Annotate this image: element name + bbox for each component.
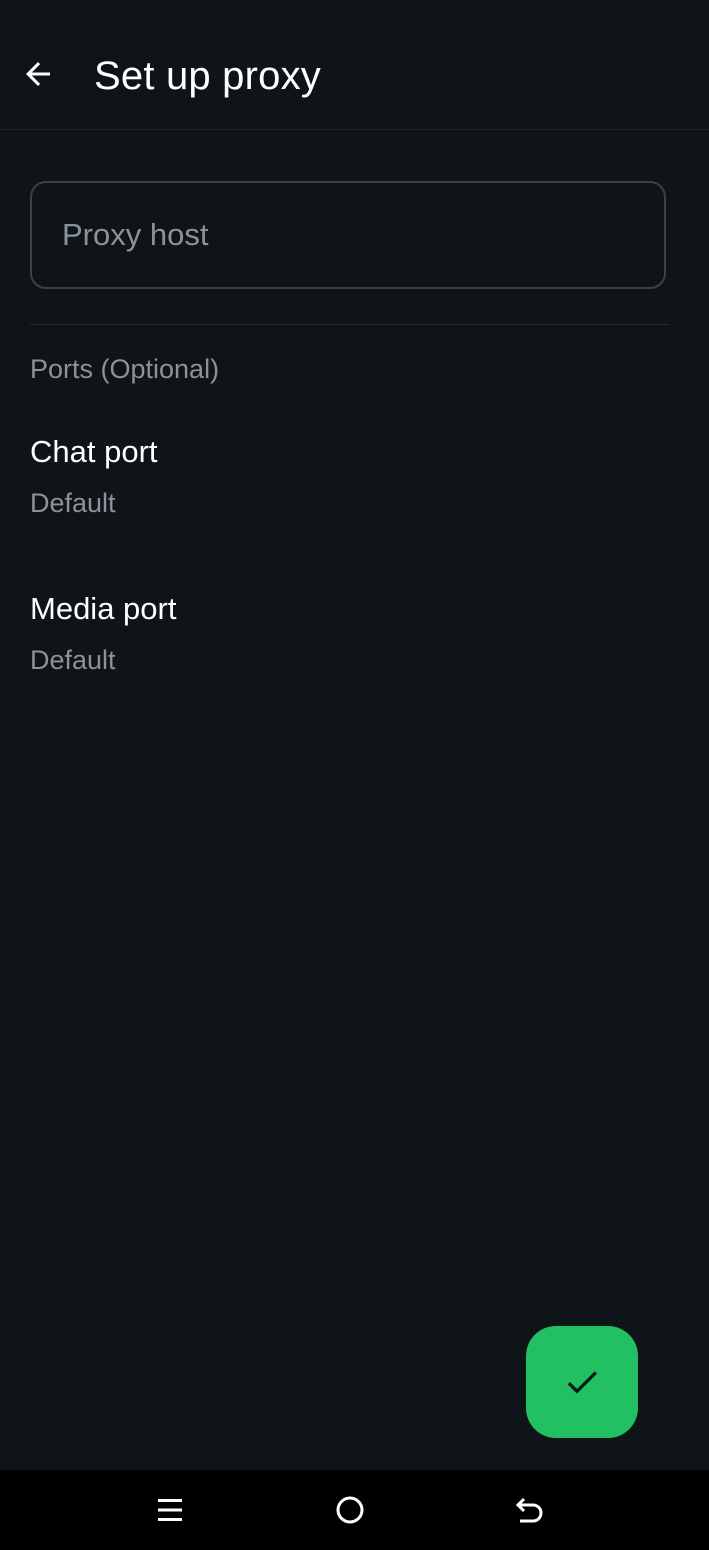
home-icon [336, 1496, 364, 1524]
system-back-button[interactable] [506, 1486, 554, 1534]
chat-port-value: Default [30, 488, 116, 518]
media-port-value: Default [30, 645, 116, 675]
arrow-left-icon [26, 62, 50, 86]
menu-icon [158, 1499, 182, 1521]
back-icon [515, 1497, 543, 1523]
ports-section-label: Ports (Optional) [30, 354, 220, 384]
check-icon [567, 1371, 597, 1394]
proxy-host-field[interactable] [30, 181, 666, 289]
media-port-label: Media port [30, 591, 177, 626]
proxy-host-input[interactable] [62, 183, 632, 287]
system-navigation-bar [0, 1470, 709, 1550]
chat-port-label: Chat port [30, 434, 158, 469]
recents-button[interactable] [146, 1486, 194, 1534]
media-port-item[interactable]: Media port Default [0, 589, 709, 709]
home-button[interactable] [326, 1486, 374, 1534]
chat-port-item[interactable]: Chat port Default [0, 432, 709, 552]
divider [30, 324, 669, 325]
page-title: Set up proxy [94, 54, 321, 98]
back-button[interactable] [14, 50, 62, 98]
app-bar: Set up proxy [0, 0, 709, 130]
confirm-fab-button[interactable] [526, 1326, 638, 1438]
